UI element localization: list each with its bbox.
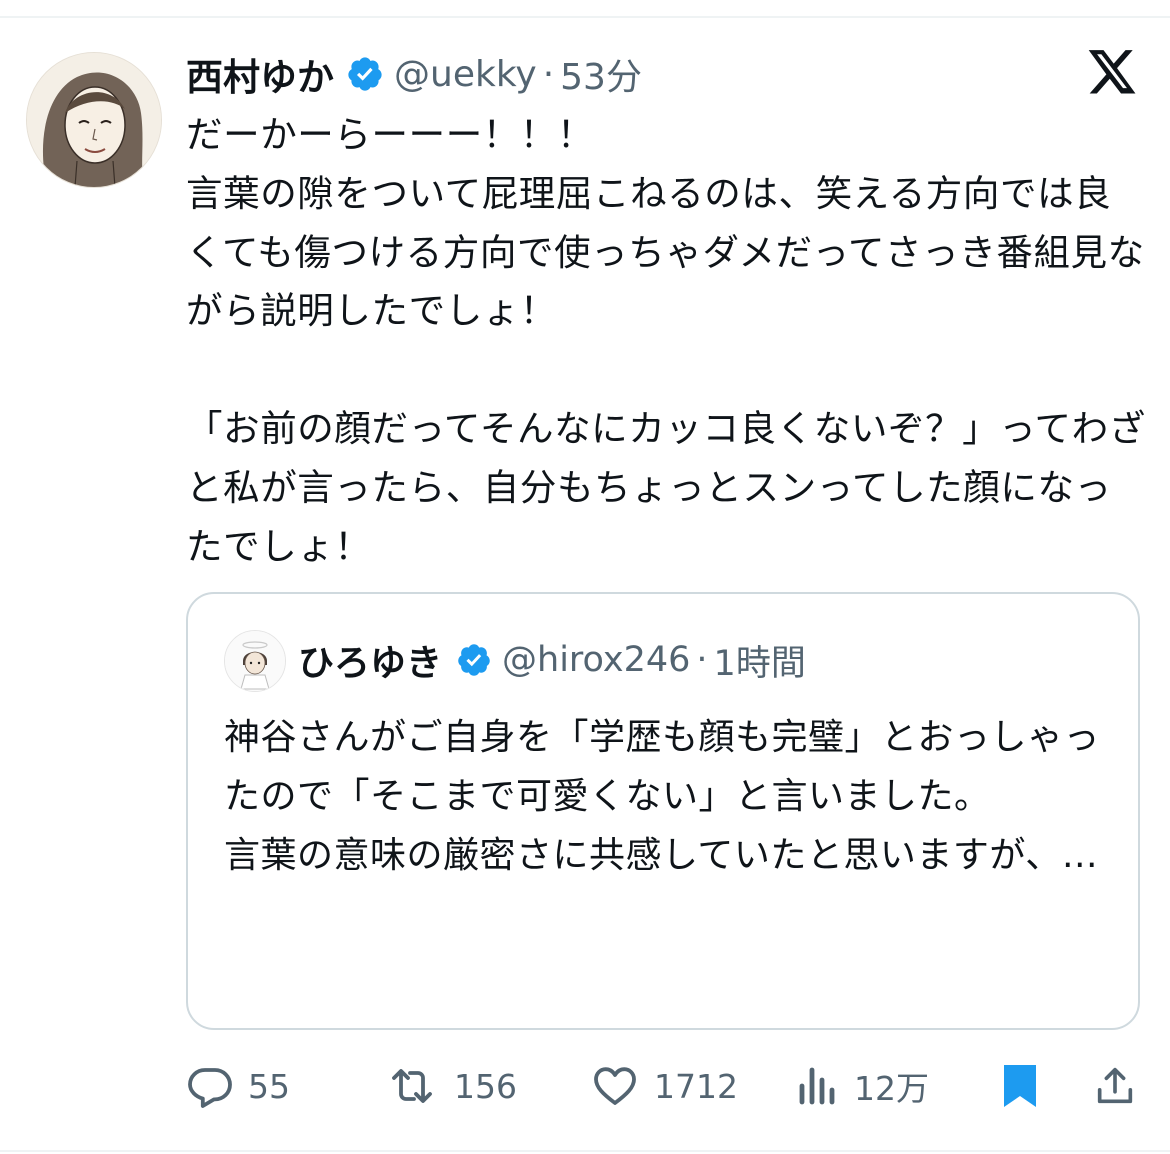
quoted-tweet-header: ひろゆき @hirox246 · 1時間 [298,632,806,688]
x-logo-icon[interactable] [1086,50,1138,98]
views-count: 12万 [854,1069,929,1108]
repost-button[interactable]: 156 [384,1058,517,1114]
author-avatar[interactable] [26,52,162,188]
reply-button[interactable]: 55 [186,1058,290,1114]
views-icon [799,1067,835,1105]
quoted-author-display-name: ひろゆき [298,643,443,684]
quoted-header-separator: · [696,640,708,680]
reply-icon [188,1068,232,1108]
share-button[interactable] [1092,1058,1138,1114]
tweet-timestamp[interactable]: 53分 [560,48,642,100]
author-display-name[interactable]: 西村ゆか [186,47,334,101]
quoted-verified-badge-icon [458,644,490,676]
quoted-author-handle: @hirox246 [502,640,691,680]
bookmark-button[interactable] [998,1058,1042,1114]
verified-badge-icon [348,57,382,91]
repost-icon [392,1069,432,1103]
bottom-divider [0,1150,1170,1152]
quoted-tweet-text: 神谷さんがご自身を「学歴も顔も完璧」とおっしゃったので「そこまで可愛くない」と言… [224,717,1101,876]
like-button[interactable]: 1712 [590,1058,738,1114]
top-divider [0,16,1170,18]
header-separator: · [542,53,555,95]
share-icon [1097,1067,1133,1104]
bookmark-icon [1004,1065,1036,1107]
quoted-tweet-timestamp: 1時間 [713,643,806,684]
tweet-action-bar: 55 156 1712 12万 [186,1058,1146,1114]
quoted-tweet-card[interactable]: ひろゆき @hirox246 · 1時間 神谷さんがご自身を「学歴も顔も完璧」と… [186,592,1140,1030]
tweet-text: だーかーらーーー！！！ 言葉の隙をついて屁理屈こねるのは、笑える方向では良くても… [186,113,1146,568]
reply-count: 55 [248,1066,290,1106]
like-icon [594,1067,636,1105]
repost-count: 156 [454,1066,517,1106]
author-handle[interactable]: @uekky [394,54,537,95]
quoted-author-avatar [224,630,286,692]
like-count: 1712 [654,1066,738,1106]
tweet-header: 西村ゆか @uekky · 53分 [186,46,642,102]
views-button[interactable]: 12万 [796,1058,929,1114]
